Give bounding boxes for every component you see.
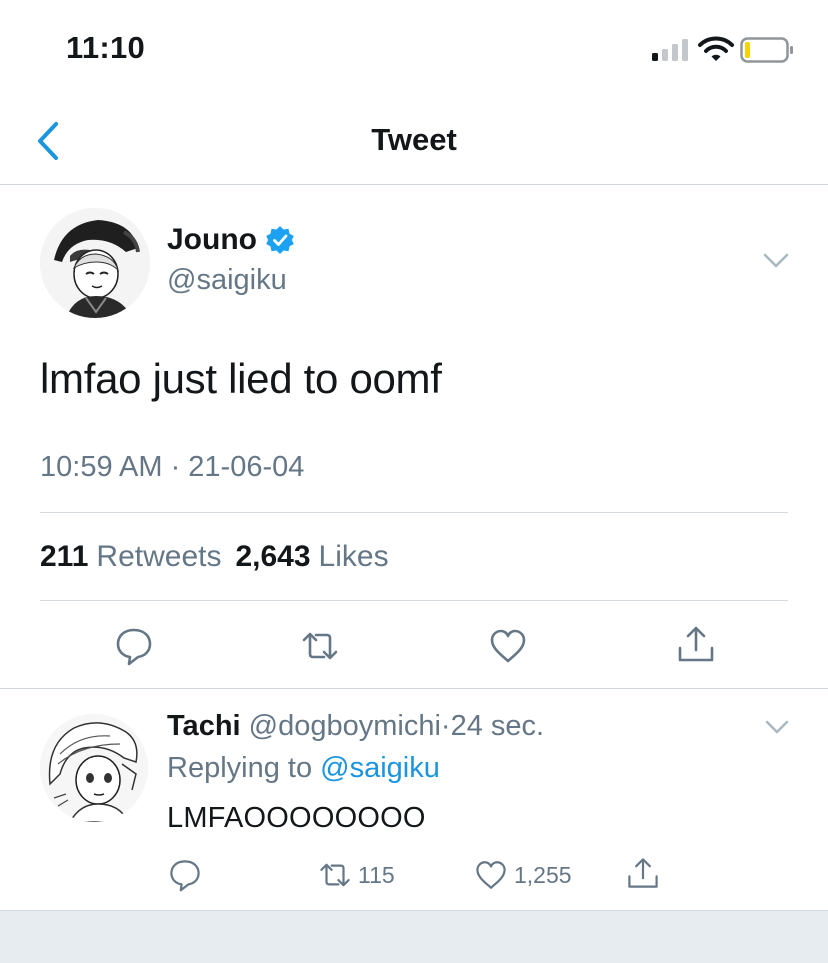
reply-time: 24 sec. [450,710,545,742]
likes-count[interactable]: 2,643 [235,540,310,574]
tweet-timestamp: 10:59 AM · 21-06-04 [40,451,305,483]
replying-to-link[interactable]: @saigiku [320,752,440,784]
reply-action-like[interactable]: 1,255 [474,858,572,892]
divider [40,512,788,513]
author-avatar[interactable] [40,208,150,318]
retweets-count[interactable]: 211 [40,540,88,574]
reply-text: LMFAOOOOOOOO [167,802,426,834]
likes-label[interactable]: Likes [319,540,389,574]
share-icon[interactable] [676,624,716,664]
wifi-icon [698,36,734,61]
author-handle[interactable]: @saigiku [167,264,287,297]
tweet-stats: 211 Retweets 2,643 Likes [40,540,403,574]
reply-action-reply[interactable] [168,858,202,892]
reply-like-count: 1,255 [514,861,572,888]
author-display-name[interactable]: Jouno [167,223,257,257]
reply-handle[interactable]: @dogboymichi [249,710,441,742]
retweet-icon[interactable] [318,858,352,892]
retweets-label[interactable]: Retweets [96,540,221,574]
reply-retweet-count: 115 [358,861,395,888]
page-title: Tweet [371,122,457,157]
reply-icon[interactable] [168,858,202,892]
replying-to-line: Replying to @saigiku [167,752,440,785]
tweet-text: lmfao just lied to oomf [40,355,442,402]
chevron-down-icon[interactable] [762,252,790,270]
bottom-background [0,910,828,963]
reply-action-retweet[interactable]: 115 [318,858,395,892]
verified-badge-icon [266,226,294,254]
avatar-illustration-icon [40,714,148,822]
nav-divider [0,184,828,185]
reply-display-name[interactable]: Tachi [167,710,241,742]
like-heart-icon[interactable] [488,626,528,666]
reply-icon[interactable] [114,626,154,666]
reply-header: Tachi @dogboymichi·24 sec. [167,710,544,743]
cellular-signal-icon [652,39,688,61]
status-time: 11:10 [66,30,146,65]
battery-icon [740,37,793,63]
reply-action-share[interactable] [626,856,660,890]
avatar-illustration-icon [40,208,150,318]
divider [40,600,788,601]
reply-author-avatar[interactable] [40,714,148,822]
reply-separator: · [440,710,451,742]
replying-to-prefix: Replying to [167,752,313,784]
retweet-icon[interactable] [300,626,340,666]
share-icon[interactable] [626,856,660,890]
like-heart-icon[interactable] [474,858,508,892]
chevron-down-icon[interactable] [764,719,790,735]
author-name-row[interactable]: Jouno [167,223,295,257]
divider [0,688,828,689]
